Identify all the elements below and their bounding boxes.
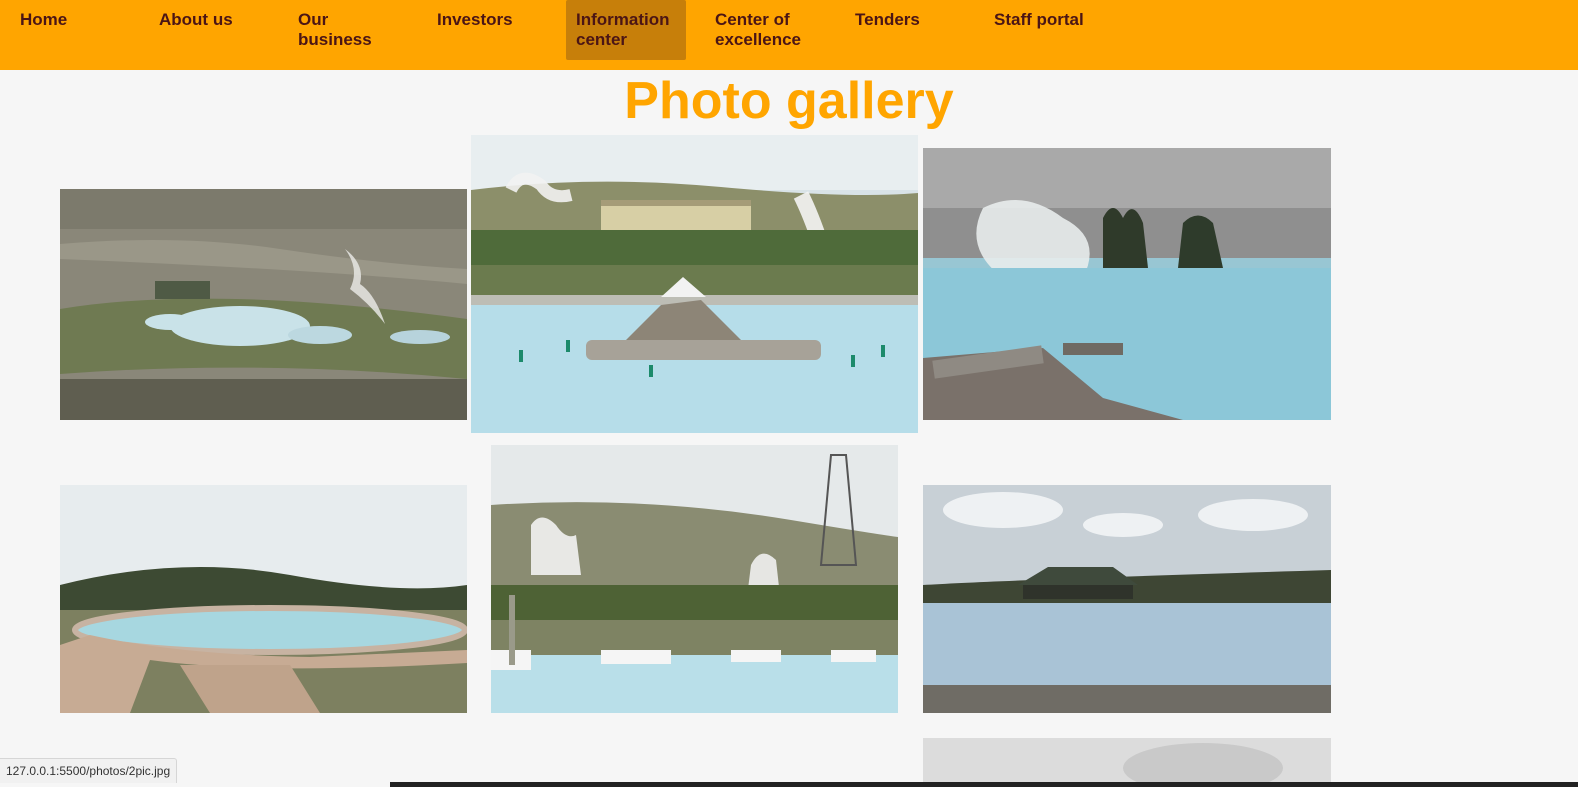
gallery-photo-1[interactable] (60, 189, 467, 420)
nav-about-us[interactable]: About us (149, 0, 269, 60)
top-nav: Home About us Our business Investors Inf… (0, 0, 1578, 70)
nav-center-of-excellence[interactable]: Center of excellence (705, 0, 825, 60)
nav-our-business[interactable]: Our business (288, 0, 408, 60)
page-title: Photo gallery (624, 72, 954, 130)
gallery-photo-5[interactable] (491, 445, 898, 713)
gallery-photo-2[interactable] (471, 135, 918, 433)
gallery-photo-4[interactable] (60, 485, 467, 713)
taskbar-edge (390, 782, 1578, 787)
nav-information-center[interactable]: Information center (566, 0, 686, 60)
nav-investors[interactable]: Investors (427, 0, 547, 60)
nav-tenders[interactable]: Tenders (845, 0, 965, 60)
gallery-photo-7[interactable] (923, 738, 1331, 787)
status-url-tooltip: 127.0.0.1:5500/photos/2pic.jpg (0, 758, 178, 783)
nav-staff-portal[interactable]: Staff portal (984, 0, 1104, 60)
gallery-photo-3[interactable] (923, 148, 1331, 420)
gallery-photo-6[interactable] (923, 485, 1331, 713)
nav-home[interactable]: Home (10, 0, 130, 60)
